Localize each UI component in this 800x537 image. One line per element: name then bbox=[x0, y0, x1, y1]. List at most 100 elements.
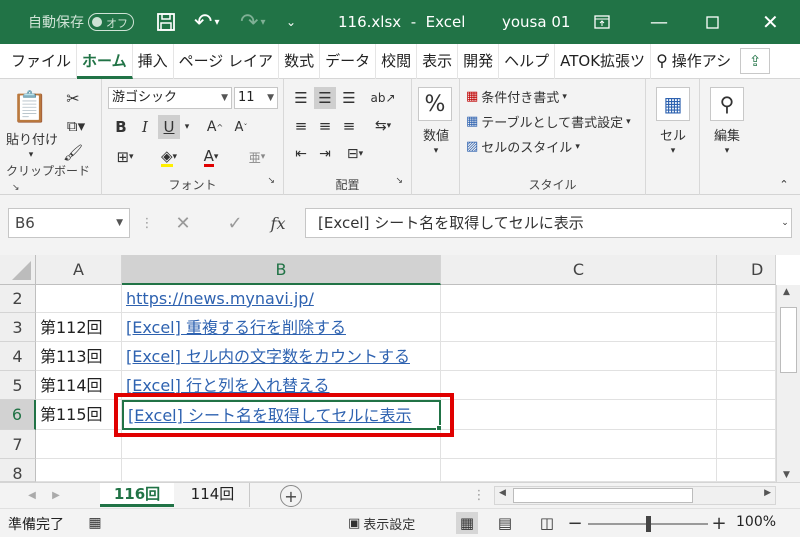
scroll-up-icon[interactable]: ▲ bbox=[783, 287, 790, 297]
scroll-down-icon[interactable]: ▼ bbox=[783, 470, 790, 480]
tab-formulas[interactable]: 数式 bbox=[279, 43, 321, 79]
tab-developer[interactable]: 開発 bbox=[458, 43, 500, 79]
format-as-table-button[interactable]: ▦ テーブルとして書式設定 ▾ bbox=[466, 112, 631, 131]
align-middle-icon[interactable]: ☰ bbox=[314, 87, 336, 109]
wrap-text-icon[interactable]: ⇆ ▾ bbox=[368, 115, 398, 137]
paste-icon[interactable]: 📋 bbox=[8, 87, 52, 127]
tab-help[interactable]: ヘルプ bbox=[499, 43, 556, 79]
save-icon[interactable] bbox=[156, 0, 176, 44]
row-header-selected[interactable]: 6 bbox=[0, 400, 36, 430]
minimize-icon[interactable]: — bbox=[650, 0, 668, 44]
tab-split-grip-icon[interactable]: ⋮ bbox=[473, 487, 486, 503]
column-header-b[interactable]: B bbox=[122, 255, 441, 285]
cell-a2[interactable] bbox=[36, 285, 122, 313]
cell-c4[interactable] bbox=[441, 342, 717, 371]
prev-sheet-icon[interactable]: ◀ bbox=[26, 487, 38, 503]
row-header[interactable]: 2 bbox=[0, 285, 36, 313]
cells-dropdown-icon[interactable]: ▾ bbox=[667, 145, 679, 157]
undo-icon[interactable]: ↶ ▾ bbox=[194, 0, 219, 44]
paste-dropdown-icon[interactable]: ▾ bbox=[24, 149, 38, 161]
find-icon[interactable]: ⚲ bbox=[710, 87, 744, 121]
cells-icon[interactable]: ▦ bbox=[656, 87, 690, 121]
number-format-button[interactable]: 数値 bbox=[414, 125, 458, 144]
align-top-icon[interactable]: ☰ bbox=[290, 87, 312, 109]
zoom-slider-thumb[interactable] bbox=[646, 516, 651, 532]
autosave-switch[interactable]: オフ bbox=[88, 13, 134, 31]
tab-file[interactable]: ファイル bbox=[6, 43, 78, 79]
orientation-icon[interactable]: ab↗ bbox=[368, 87, 398, 109]
cell-a3[interactable]: 第112回 bbox=[36, 313, 122, 342]
name-box[interactable]: B6 ▼ bbox=[8, 208, 130, 238]
tab-insert[interactable]: 挿入 bbox=[133, 43, 174, 79]
worksheet-grid[interactable]: A B C D 2 https://news.mynavi.jp/ 3 第112… bbox=[0, 255, 800, 482]
tab-page-layout[interactable]: ページ レイア bbox=[174, 43, 280, 79]
cell-c6[interactable] bbox=[441, 400, 717, 430]
formula-input[interactable]: [Excel] シート名を取得してセルに表示 bbox=[305, 208, 792, 238]
zoom-slider[interactable] bbox=[588, 516, 708, 532]
add-sheet-icon[interactable]: + bbox=[280, 485, 302, 507]
display-settings-button[interactable]: ▣ 表示設定 bbox=[348, 513, 415, 533]
page-break-view-icon[interactable]: ◫ bbox=[536, 512, 558, 534]
tab-home[interactable]: ホーム bbox=[77, 43, 133, 79]
tab-review[interactable]: 校閲 bbox=[376, 43, 418, 79]
page-layout-view-icon[interactable]: ▤ bbox=[494, 512, 516, 534]
name-box-dropdown-icon[interactable]: ▼ bbox=[116, 209, 123, 237]
cell-c7[interactable] bbox=[441, 430, 717, 459]
sheet-tab-active[interactable]: 116回 bbox=[100, 483, 174, 507]
align-bottom-icon[interactable]: ☰ bbox=[338, 87, 360, 109]
column-header-d[interactable]: D bbox=[717, 255, 776, 285]
vertical-scrollbar[interactable]: ▲ ▼ bbox=[776, 285, 800, 482]
cell-d2[interactable] bbox=[717, 285, 776, 313]
autosave-toggle[interactable]: 自動保存 オフ bbox=[28, 0, 134, 44]
tell-me-search[interactable]: ⚲ 操作アシ bbox=[651, 44, 736, 79]
row-header[interactable]: 7 bbox=[0, 430, 36, 459]
editing-dropdown-icon[interactable]: ▾ bbox=[721, 145, 733, 157]
close-icon[interactable]: ✕ bbox=[762, 0, 779, 44]
row-header[interactable]: 3 bbox=[0, 313, 36, 342]
cell-b4-link[interactable]: [Excel] セル内の文字数をカウントする bbox=[122, 342, 441, 371]
align-right-icon[interactable]: ≡ bbox=[338, 115, 360, 137]
scroll-right-icon[interactable]: ▶ bbox=[764, 488, 771, 498]
zoom-in-icon[interactable]: + bbox=[711, 512, 726, 534]
increase-font-icon[interactable]: A ^ bbox=[204, 115, 226, 139]
italic-button[interactable]: I bbox=[134, 115, 156, 139]
fill-color-icon[interactable]: ◈ ▾ bbox=[152, 145, 186, 169]
row-header[interactable]: 4 bbox=[0, 342, 36, 371]
row-header[interactable]: 5 bbox=[0, 371, 36, 400]
tab-data[interactable]: データ bbox=[320, 43, 377, 79]
column-header-a[interactable]: A bbox=[36, 255, 122, 285]
format-painter-icon[interactable]: 🖌 bbox=[62, 141, 84, 163]
cell-d3[interactable] bbox=[717, 313, 776, 342]
next-sheet-icon[interactable]: ▶ bbox=[50, 487, 62, 503]
underline-dropdown-icon[interactable]: ▾ bbox=[180, 115, 194, 139]
cell-d5[interactable] bbox=[717, 371, 776, 400]
tab-view[interactable]: 表示 bbox=[417, 43, 459, 79]
copy-icon[interactable]: ⧉▾ bbox=[62, 115, 90, 137]
user-name[interactable]: yousa 01 bbox=[502, 0, 570, 44]
zoom-out-icon[interactable]: − bbox=[567, 512, 582, 534]
cut-icon[interactable]: ✂ bbox=[62, 87, 84, 109]
select-all-corner[interactable] bbox=[0, 255, 36, 285]
number-dropdown-icon[interactable]: ▾ bbox=[430, 145, 442, 157]
cells-button[interactable]: セル bbox=[650, 125, 696, 144]
cell-d7[interactable] bbox=[717, 430, 776, 459]
cancel-entry-icon[interactable]: ✕ bbox=[170, 210, 196, 236]
increase-indent-icon[interactable]: ⇥ bbox=[314, 143, 336, 165]
font-color-icon[interactable]: A ▾ bbox=[194, 145, 228, 169]
align-left-icon[interactable]: ≡ bbox=[290, 115, 312, 137]
cell-d8[interactable] bbox=[717, 459, 776, 482]
cell-d6[interactable] bbox=[717, 400, 776, 430]
editing-button[interactable]: 編集 bbox=[704, 125, 750, 144]
cell-c3[interactable] bbox=[441, 313, 717, 342]
scroll-left-icon[interactable]: ◀ bbox=[499, 488, 506, 498]
column-header-c[interactable]: C bbox=[441, 255, 717, 285]
cell-b8[interactable] bbox=[122, 459, 441, 482]
maximize-icon[interactable] bbox=[706, 0, 719, 44]
bold-button[interactable]: B bbox=[110, 115, 132, 139]
cell-a6[interactable]: 第115回 bbox=[36, 400, 122, 430]
cell-a4[interactable]: 第113回 bbox=[36, 342, 122, 371]
underline-button[interactable]: U bbox=[158, 115, 180, 139]
horizontal-scroll-thumb[interactable] bbox=[513, 488, 693, 503]
conditional-format-button[interactable]: ▦ 条件付き書式 ▾ bbox=[466, 87, 567, 106]
phonetic-icon[interactable]: 亜 ▾ bbox=[240, 145, 274, 169]
